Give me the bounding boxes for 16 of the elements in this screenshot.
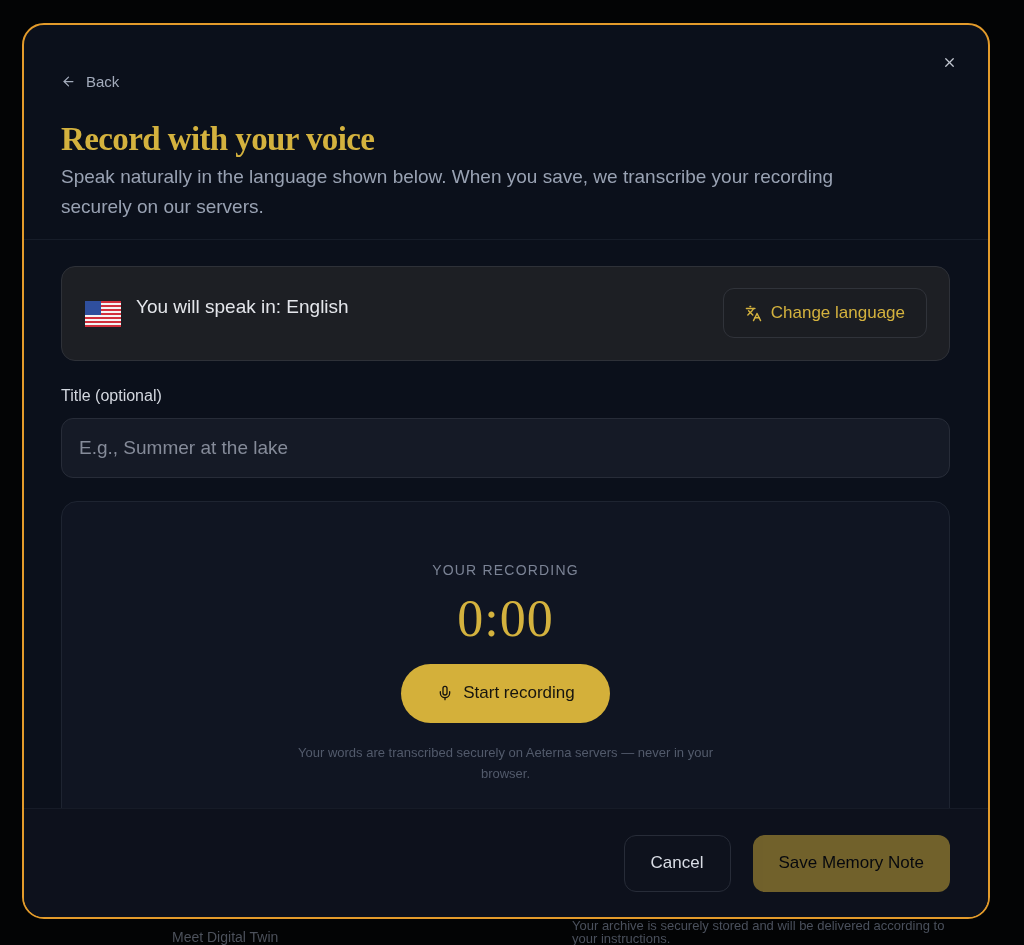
cancel-button[interactable]: Cancel — [623, 834, 731, 892]
translate-icon — [744, 304, 762, 322]
dialog-title: Record with your voice — [61, 119, 376, 158]
change-language-button[interactable]: Change language — [722, 288, 927, 338]
archive-note: Your archive is securely stored and will be delivered according to your instructions. — [572, 919, 946, 945]
dialog-subtitle: Speak naturally in the language shown below. When you save, we transcribe your recording securely on our servers. — [61, 164, 835, 219]
start-recording-button[interactable]: Start recording — [401, 663, 610, 723]
flag-icon — [85, 301, 121, 327]
language-prompt: You will speak in: English — [136, 296, 349, 318]
privacy-note: Your words are transcribed securely on Aeterna servers — never in your browser. — [297, 743, 714, 783]
recording-heading: YOUR RECORDING — [432, 560, 579, 580]
back-link[interactable]: Back — [61, 71, 120, 91]
field-label: Title (optional) — [61, 385, 163, 406]
title-input[interactable]: E.g., Summer at the lake — [61, 417, 950, 478]
recording-timer: 0:00 — [457, 591, 554, 646]
card-title: Meet Digital Twin — [172, 929, 279, 945]
